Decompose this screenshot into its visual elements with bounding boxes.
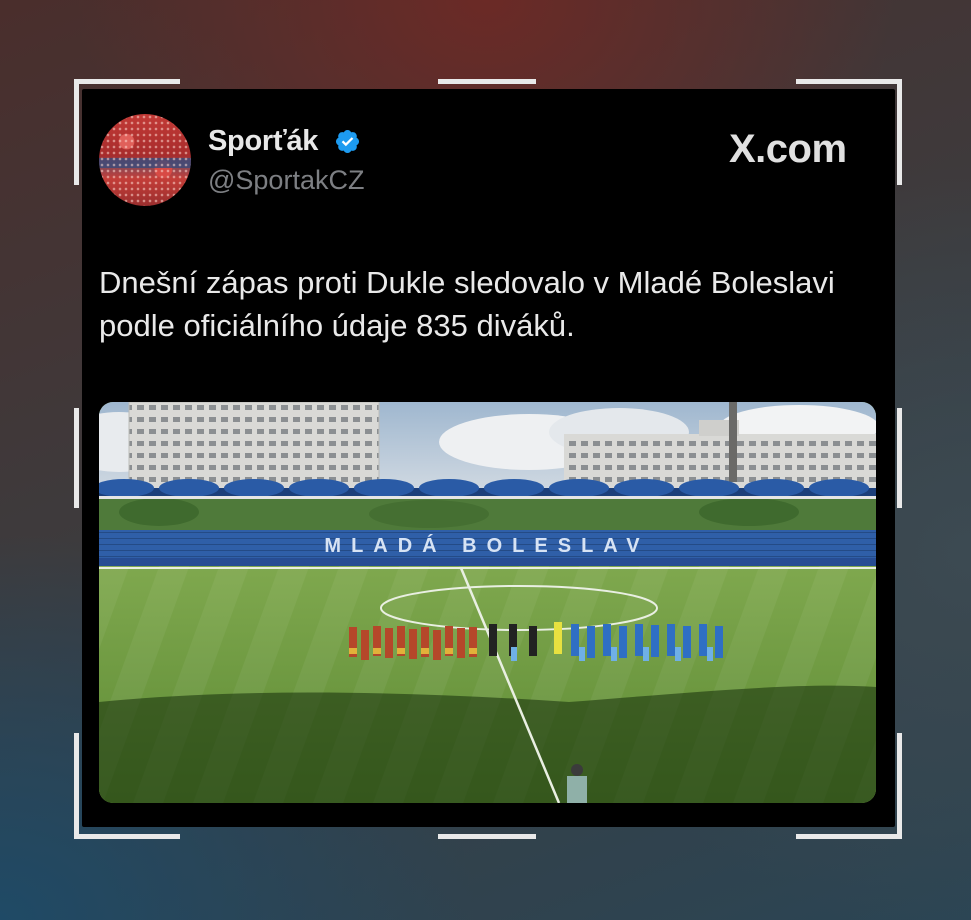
- verified-badge-icon: [335, 129, 360, 154]
- tweet-card: Sporťák @SportakCZ X.com Dnešní zápas pr…: [82, 89, 895, 827]
- tweet-text: Dnešní zápas proti Dukle sledovalo v Mla…: [99, 265, 835, 343]
- x-logo-icon: X.com: [729, 127, 847, 171]
- avatar[interactable]: [99, 114, 191, 206]
- stand-seat-lettering: MLADÁ BOLESLAV: [324, 534, 649, 557]
- stadium-photo: MLADÁ BOLESLAV: [99, 402, 876, 803]
- display-name[interactable]: Sporťák: [208, 125, 318, 158]
- user-handle[interactable]: @SportakCZ: [208, 165, 364, 196]
- tweet-media-photo[interactable]: MLADÁ BOLESLAV: [99, 402, 876, 803]
